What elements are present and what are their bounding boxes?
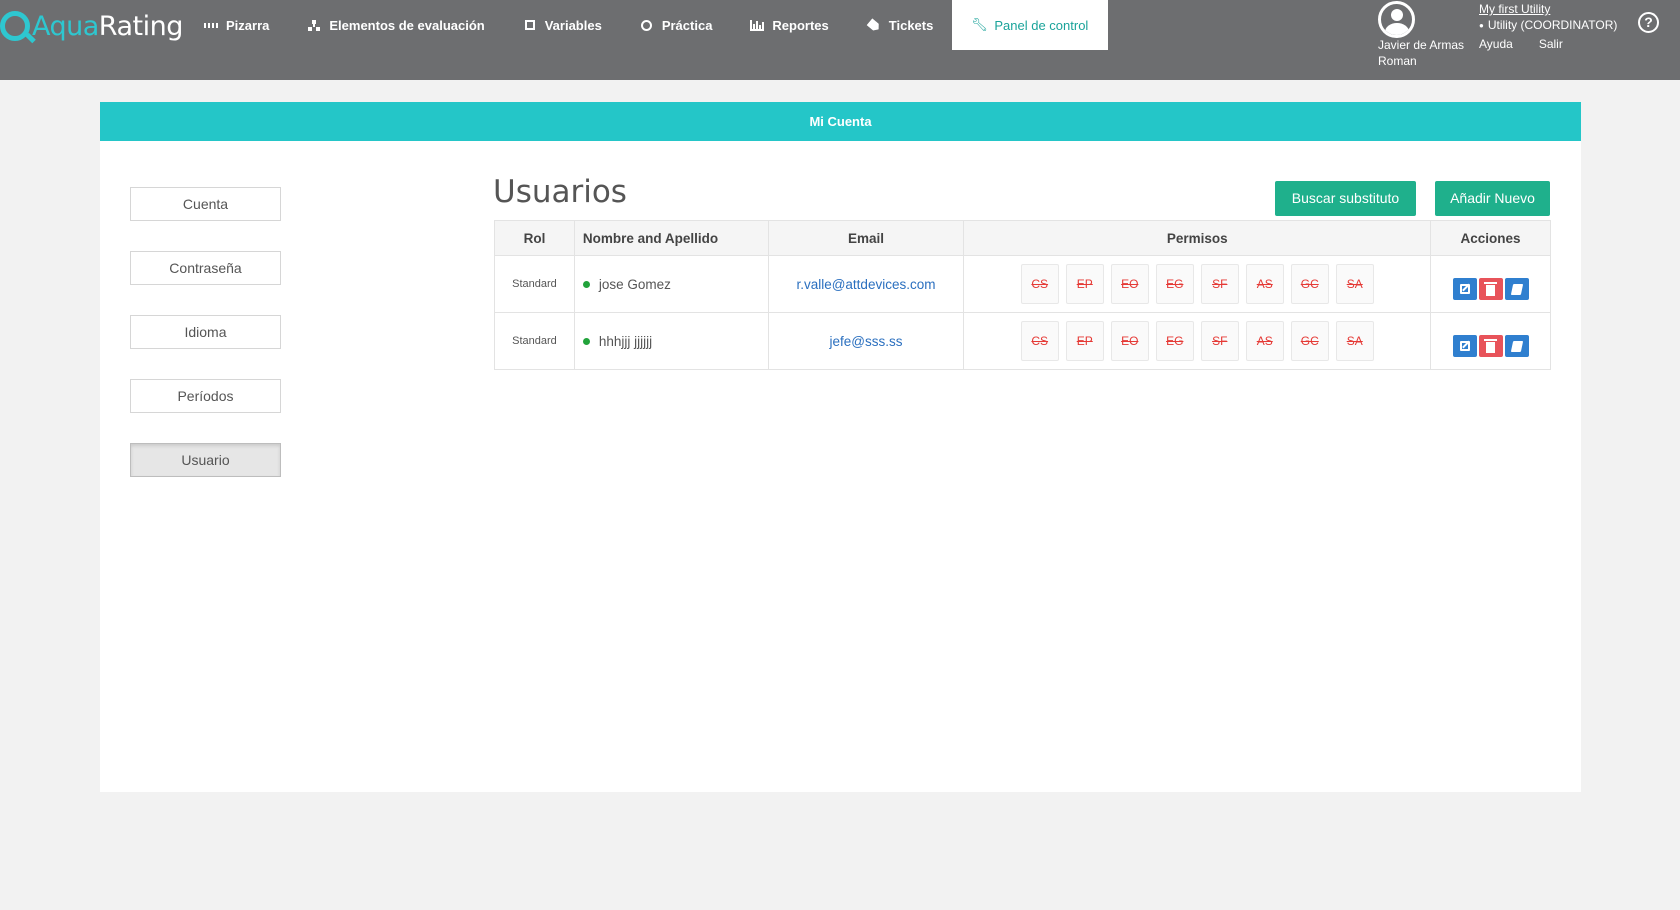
permission-gc[interactable]: GC: [1290, 264, 1329, 304]
tags-icon: [867, 18, 881, 32]
edit-user-button[interactable]: [1452, 335, 1477, 357]
utility-role: Utility (COORDINATOR): [1479, 17, 1618, 34]
nav-item-elementos-de-evaluacion[interactable]: Elementos de evaluación: [288, 0, 503, 50]
side-item-cuenta[interactable]: Cuenta: [130, 187, 281, 221]
nav-item-label: Pizarra: [226, 17, 270, 33]
permission-ep[interactable]: EP: [1065, 321, 1104, 361]
side-item-idioma[interactable]: Idioma: [130, 315, 281, 349]
column-header-permisos: Permisos: [963, 220, 1432, 256]
cell-nombre: jose Gomez: [573, 255, 769, 313]
permission-sa[interactable]: SA: [1335, 321, 1374, 361]
permission-eg[interactable]: EG: [1155, 264, 1194, 304]
nav-item-label: Elementos de evaluación: [329, 17, 485, 33]
logo-text-rating: Rating: [98, 10, 184, 42]
cell-nombre: hhhjjj jjjjjj: [573, 312, 769, 370]
nav-item-tickets[interactable]: Tickets: [848, 0, 953, 50]
nav-item-label: Panel de control: [994, 17, 1089, 33]
side-item-usuario[interactable]: Usuario: [130, 443, 281, 477]
permission-cs[interactable]: CS: [1020, 264, 1059, 304]
permission-sa[interactable]: SA: [1335, 264, 1374, 304]
cell-acciones: [1430, 312, 1551, 370]
add-new-user-button[interactable]: Añadir Nuevo: [1435, 181, 1550, 216]
user-fullname: jose Gomez: [598, 276, 671, 292]
cell-rol: Standard: [494, 255, 575, 313]
user-fullname: hhhjjj jjjjjj: [598, 333, 653, 349]
logo-text-aqua: Aqua: [32, 10, 99, 42]
side-item-contrasena[interactable]: Contraseña: [130, 251, 281, 285]
email-link[interactable]: r.valle@attdevices.com: [796, 277, 935, 292]
nav-item-reportes[interactable]: Reportes: [731, 0, 847, 50]
column-header-acciones: Acciones: [1430, 220, 1551, 256]
edit-icon: [1459, 284, 1470, 294]
user-log-button[interactable]: [1504, 335, 1529, 357]
status-dot-icon: [582, 280, 590, 288]
nav-item-variables[interactable]: Variables: [504, 0, 621, 50]
account-panel: Mi Cuenta Cuenta Contraseña Idioma Perío…: [100, 102, 1581, 792]
permission-gc[interactable]: GC: [1290, 321, 1329, 361]
table-row: Standard hhhjjj jjjjjj jefe@sss.ss CS EP…: [494, 312, 1551, 370]
delete-user-button[interactable]: [1478, 335, 1503, 357]
nav-item-label: Tickets: [888, 17, 934, 33]
dashboard-icon: [204, 18, 218, 32]
trash-icon: [1484, 338, 1498, 353]
column-header-rol: Rol: [494, 220, 575, 256]
trash-icon: [1484, 281, 1498, 296]
nav-item-label: Variables: [544, 17, 602, 33]
logout-link[interactable]: Salir: [1539, 36, 1563, 52]
utility-link[interactable]: My first Utility: [1479, 2, 1550, 16]
side-item-periodos[interactable]: Períodos: [130, 379, 281, 413]
permission-sf[interactable]: SF: [1200, 264, 1239, 304]
table-row: Standard jose Gomez r.valle@attdevices.c…: [494, 255, 1551, 313]
user-name: Javier de Armas Roman: [1378, 38, 1465, 68]
question-circle-icon[interactable]: ?: [1638, 12, 1659, 33]
cell-email: jefe@sss.ss: [767, 312, 965, 370]
top-navbar: AquaRating Pizarra Elementos de evaluaci…: [0, 0, 1680, 80]
sitemap-icon: [307, 18, 321, 32]
cell-permisos: CS EP EO EG SF AS GC SA: [963, 312, 1432, 370]
email-link[interactable]: jefe@sss.ss: [829, 334, 902, 349]
permission-sf[interactable]: SF: [1200, 321, 1239, 361]
nav-item-practica[interactable]: Práctica: [621, 0, 732, 50]
edit-user-button[interactable]: [1452, 278, 1477, 300]
help-link[interactable]: Ayuda: [1479, 36, 1513, 52]
column-header-email: Email: [767, 220, 965, 256]
users-table: Rol Nombre and Apellido Email Permisos A…: [494, 220, 1551, 370]
edit-icon: [1459, 341, 1470, 351]
cell-rol: Standard: [494, 312, 575, 370]
circle-icon: [640, 18, 654, 32]
cell-email: r.valle@attdevices.com: [767, 255, 965, 313]
permission-cs[interactable]: CS: [1020, 321, 1059, 361]
nav-item-label: Reportes: [772, 17, 829, 33]
permission-as[interactable]: AS: [1245, 321, 1284, 361]
nav-item-label: Práctica: [661, 17, 713, 33]
main-nav: Pizarra Elementos de evaluación Variable…: [185, 0, 1109, 50]
square-icon: [523, 18, 537, 32]
permission-eo[interactable]: EO: [1110, 264, 1149, 304]
status-dot-icon: [582, 337, 590, 345]
permission-ep[interactable]: EP: [1065, 264, 1104, 304]
aquarating-logo[interactable]: AquaRating: [0, 8, 183, 44]
column-header-nombre: Nombre and Apellido: [573, 220, 769, 256]
account-side-menu: Cuenta Contraseña Idioma Períodos Usuari…: [130, 187, 281, 507]
panel-title: Mi Cuenta: [100, 102, 1581, 141]
logo-magnifier-icon: [0, 11, 30, 41]
nav-item-pizarra[interactable]: Pizarra: [185, 0, 288, 50]
cell-acciones: [1430, 255, 1551, 313]
user-log-button[interactable]: [1504, 278, 1529, 300]
user-avatar-icon: [1378, 1, 1415, 38]
book-icon: [1510, 283, 1523, 295]
wrench-icon: 🔧︎: [971, 17, 988, 32]
find-substitute-button[interactable]: Buscar substituto: [1275, 181, 1416, 216]
book-icon: [1510, 340, 1523, 352]
table-header-row: Rol Nombre and Apellido Email Permisos A…: [494, 220, 1551, 256]
permission-eo[interactable]: EO: [1110, 321, 1149, 361]
bar-chart-icon: [750, 18, 765, 32]
nav-item-panel-de-control[interactable]: 🔧︎ Panel de control: [952, 0, 1109, 50]
delete-user-button[interactable]: [1478, 278, 1503, 300]
permission-eg[interactable]: EG: [1155, 321, 1194, 361]
utility-info: My first Utility Utility (COORDINATOR) A…: [1479, 1, 1617, 52]
permission-as[interactable]: AS: [1245, 264, 1284, 304]
cell-permisos: CS EP EO EG SF AS GC SA: [963, 255, 1432, 313]
section-title: Usuarios: [493, 174, 627, 210]
